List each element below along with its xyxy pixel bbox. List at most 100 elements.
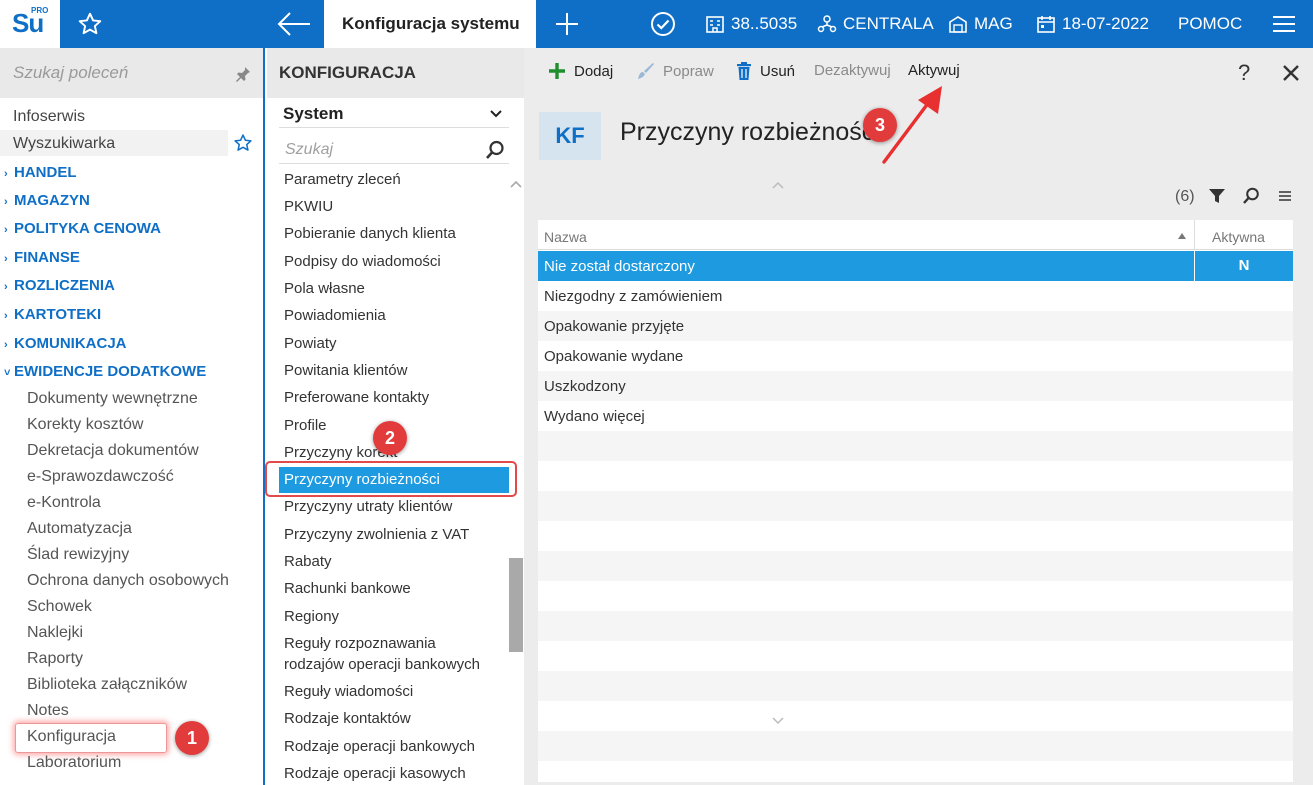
firm-selector[interactable]: 38..5035 xyxy=(705,0,797,48)
config-item[interactable]: Profile xyxy=(284,417,327,434)
sidebar-item-infoserwis[interactable]: Infoserwis xyxy=(13,108,85,126)
annotation-badge-3: 3 xyxy=(863,108,897,142)
sidebar-subitem-laboratorium[interactable]: Laboratorium xyxy=(27,754,121,772)
sort-asc-icon[interactable] xyxy=(1177,232,1187,240)
pin-icon[interactable] xyxy=(234,65,252,83)
table-row[interactable]: Opakowanie wydane xyxy=(538,341,1293,371)
sidebar-subitem-e-sprawozdawczosc[interactable]: e-Sprawozdawczość xyxy=(27,468,174,486)
sidebar-category-finanse[interactable]: › FINANSE xyxy=(4,249,80,266)
grid-scroll-down-icon[interactable] xyxy=(772,716,784,726)
firm-label: 38..5035 xyxy=(731,14,798,33)
sidebar-subitem-slad-rewizyjny[interactable]: Ślad rewizyjny xyxy=(27,546,129,564)
config-item[interactable]: Powiadomienia xyxy=(284,307,386,324)
sidebar-subitem-raporty[interactable]: Raporty xyxy=(27,650,83,668)
config-search-input[interactable]: Szukaj xyxy=(279,136,509,164)
table-row[interactable]: Uszkodzony xyxy=(538,371,1293,401)
config-item[interactable]: Regiony xyxy=(284,608,339,625)
config-item[interactable]: PKWIU xyxy=(284,198,333,215)
search-icon[interactable] xyxy=(1242,187,1260,205)
deactivate-button[interactable]: Dezaktywuj xyxy=(814,62,891,79)
config-item[interactable]: Reguły wiadomości xyxy=(284,683,413,700)
config-item[interactable]: Rodzaje operacji kasowych xyxy=(284,765,466,782)
sidebar-category-handel[interactable]: › HANDEL xyxy=(4,164,77,181)
warehouse-selector[interactable]: MAG xyxy=(948,0,1013,48)
sidebar-subitem-notes[interactable]: Notes xyxy=(27,702,69,720)
selected-item-red-outline xyxy=(265,461,517,497)
sidebar-category-komunikacja[interactable]: › KOMUNIKACJA xyxy=(4,335,127,352)
empty-row xyxy=(538,491,1293,521)
sidebar-category-kartoteki[interactable]: › KARTOTEKI xyxy=(4,306,101,323)
config-item[interactable]: Rachunki bankowe xyxy=(284,580,411,597)
sidebar-subitem-e-kontrola[interactable]: e-Kontrola xyxy=(27,494,101,512)
filter-icon[interactable] xyxy=(1208,187,1226,205)
sidebar-subitem-konfiguracja[interactable]: Konfiguracja xyxy=(27,728,116,746)
edit-button[interactable]: Popraw xyxy=(637,62,714,80)
cell-nazwa: Uszkodzony xyxy=(544,378,626,395)
add-tab-plus-icon[interactable] xyxy=(554,11,580,37)
list-menu-icon[interactable] xyxy=(1278,190,1292,202)
command-search[interactable]: Szukaj poleceń xyxy=(0,48,263,98)
sidebar-category-polityka-cenowa[interactable]: › POLITYKA CENOWA xyxy=(4,220,161,237)
sidebar-subitem-automatyzacja[interactable]: Automatyzacja xyxy=(27,520,132,538)
table-row[interactable]: Wydano więcej xyxy=(538,401,1293,431)
sidebar-subitem-schowek[interactable]: Schowek xyxy=(27,598,92,616)
sidebar-subitem-dekretacja-dokumentow[interactable]: Dekretacja dokumentów xyxy=(27,442,199,460)
empty-row xyxy=(538,731,1293,761)
table-row[interactable]: Nie został dostarczony N xyxy=(538,251,1293,281)
hamburger-menu-icon[interactable] xyxy=(1272,14,1296,34)
table-row[interactable]: Niezgodny z zamówieniem xyxy=(538,281,1293,311)
column-header-aktywna[interactable]: Aktywna xyxy=(1212,229,1265,245)
help-button[interactable]: ? xyxy=(1238,60,1250,86)
config-scrollbar-thumb[interactable] xyxy=(509,558,523,652)
grid-scroll-up-icon[interactable] xyxy=(772,180,784,190)
column-separator[interactable] xyxy=(1194,220,1195,250)
help-menu[interactable]: POMOC xyxy=(1178,0,1242,48)
sidebar-category-rozliczenia[interactable]: › ROZLICZENIA xyxy=(4,277,115,294)
scroll-up-chevron-icon[interactable] xyxy=(509,178,523,190)
config-item[interactable]: Rodzaje operacji bankowych xyxy=(284,738,475,755)
logo-pro-label: PRO xyxy=(31,6,49,15)
search-icon[interactable] xyxy=(485,140,505,160)
app-logo[interactable]: Su PRO xyxy=(0,0,60,48)
sidebar-category-ewidencje-dodatkowe[interactable]: ˅ EWIDENCJE DODATKOWE xyxy=(4,363,206,380)
back-arrow-icon[interactable] xyxy=(276,10,312,38)
config-module-select[interactable]: System xyxy=(279,100,509,128)
add-button[interactable]: Dodaj xyxy=(548,62,613,80)
date-selector[interactable]: 18-07-2022 xyxy=(1036,0,1149,48)
warehouse-icon xyxy=(949,16,967,33)
delete-button-label: Usuń xyxy=(760,62,796,80)
sidebar-item-wyszukiwarka[interactable]: Wyszukiwarka xyxy=(13,135,115,153)
config-item[interactable]: Powiaty xyxy=(284,335,337,352)
config-item[interactable]: Przyczyny utraty klientów xyxy=(284,498,452,515)
config-item[interactable]: Pola własne xyxy=(284,280,365,297)
config-item[interactable]: Rodzaje kontaktów xyxy=(284,710,411,727)
config-item[interactable]: Pobieranie danych klienta xyxy=(284,225,456,242)
network-icon xyxy=(817,15,837,33)
config-item[interactable]: Parametry zleceń xyxy=(284,171,401,188)
check-circle-icon[interactable] xyxy=(650,11,676,37)
config-item[interactable]: Preferowane kontakty xyxy=(284,389,429,406)
sidebar-subitem-dokumenty-wewnetrzne[interactable]: Dokumenty wewnętrzne xyxy=(27,390,198,408)
table-row[interactable]: Opakowanie przyjęte xyxy=(538,311,1293,341)
config-item[interactable]: Podpisy do wiadomości xyxy=(284,253,441,270)
deactivate-button-label: Dezaktywuj xyxy=(814,62,891,79)
favorites-star-icon[interactable] xyxy=(76,11,104,37)
favorite-star-icon[interactable] xyxy=(233,133,253,153)
activate-button[interactable]: Aktywuj xyxy=(908,62,960,79)
sidebar-subitem-biblioteka-zalacznikow[interactable]: Biblioteka załączników xyxy=(27,676,187,694)
config-item[interactable]: Przyczyny zwolnienia z VAT xyxy=(284,526,469,543)
config-item[interactable]: rodzajów operacji bankowych xyxy=(284,656,480,673)
centrala-selector[interactable]: CENTRALA xyxy=(817,0,934,48)
config-column: KONFIGURACJA System Szukaj Parametry zle… xyxy=(267,48,524,785)
config-item[interactable]: Reguły rozpoznawania xyxy=(284,635,436,652)
config-item[interactable]: Rabaty xyxy=(284,553,332,570)
column-header-nazwa[interactable]: Nazwa xyxy=(544,229,587,245)
sidebar-subitem-korekty-kosztow[interactable]: Korekty kosztów xyxy=(27,416,143,434)
sidebar-subitem-ochrona-danych[interactable]: Ochrona danych osobowych xyxy=(27,572,229,590)
config-item[interactable]: Powitania klientów xyxy=(284,362,407,379)
delete-button[interactable]: Usuń xyxy=(736,62,795,80)
tab-konfiguracja-systemu[interactable]: Konfiguracja systemu xyxy=(324,0,536,48)
close-icon[interactable] xyxy=(1281,63,1301,83)
sidebar-category-magazyn[interactable]: › MAGAZYN xyxy=(4,192,90,209)
sidebar-subitem-naklejki[interactable]: Naklejki xyxy=(27,624,83,642)
